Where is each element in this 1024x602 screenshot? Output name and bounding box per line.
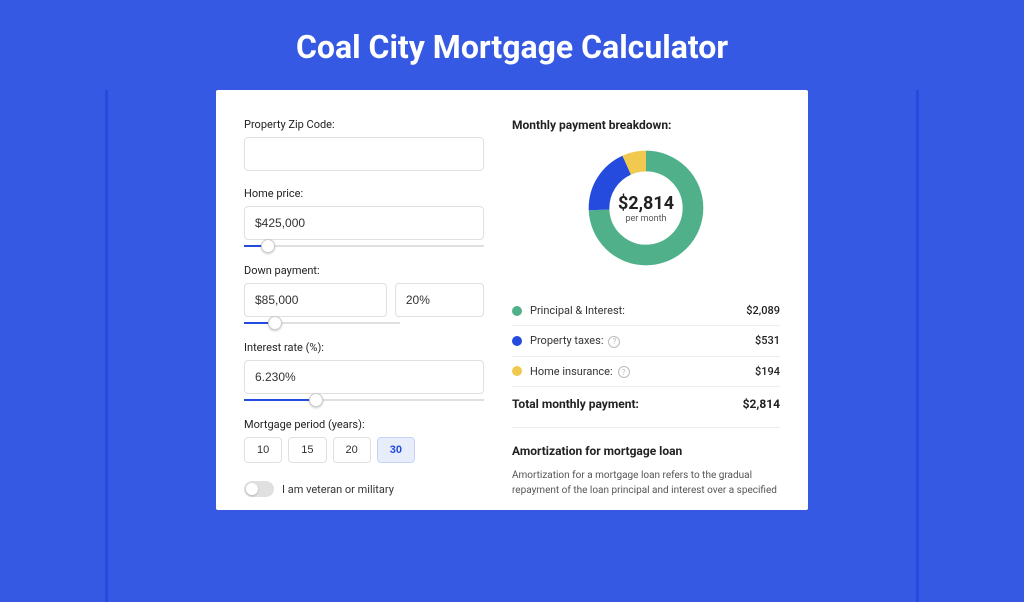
legend-label: Home insurance:? [530,365,755,379]
legend-dot-icon [512,366,522,376]
form-column: Property Zip Code: Home price: Down paym… [244,118,484,510]
amortization-text: Amortization for a mortgage loan refers … [512,468,780,498]
period-button-10[interactable]: 10 [244,437,282,463]
legend-item: Property taxes:?$531 [512,326,780,357]
results-column: Monthly payment breakdown: $2,814 per mo… [512,118,780,510]
info-icon[interactable]: ? [618,366,630,378]
legend-dot-icon [512,306,522,316]
legend-label: Property taxes:? [530,334,755,348]
legend-value: $531 [755,334,780,347]
toggle-knob-icon [246,483,258,495]
page-title: Coal City Mortgage Calculator [0,0,1024,90]
info-icon[interactable]: ? [608,336,620,348]
amortization-section: Amortization for mortgage loan Amortizat… [512,427,780,498]
rate-input[interactable] [244,360,484,394]
veteran-label: I am veteran or military [282,483,394,496]
veteran-toggle[interactable] [244,481,274,497]
down-label: Down payment: [244,264,484,277]
legend-item: Home insurance:?$194 [512,357,780,388]
legend-dot-icon [512,336,522,346]
period-button-group: 1015 2030 [244,437,484,463]
legend-value: $194 [755,365,780,378]
donut-center-amount: $2,814 [618,193,674,214]
legend-value: $2,089 [746,304,780,317]
period-button-30[interactable]: 30 [377,437,415,463]
slider-thumb-icon[interactable] [261,239,275,253]
calculator-card: Property Zip Code: Home price: Down paym… [216,90,808,510]
total-label: Total monthly payment: [512,397,743,411]
breakdown-title: Monthly payment breakdown: [512,118,780,132]
period-label: Mortgage period (years): [244,418,484,431]
down-percent-input[interactable] [395,283,484,317]
slider-thumb-icon[interactable] [309,393,323,407]
price-label: Home price: [244,187,484,200]
price-slider[interactable] [244,240,484,254]
rate-label: Interest rate (%): [244,341,484,354]
legend-item: Principal & Interest:$2,089 [512,296,780,326]
down-slider[interactable] [244,317,400,331]
breakdown-legend: Principal & Interest:$2,089Property taxe… [512,296,780,387]
donut-center-sub: per month [625,214,666,224]
zip-label: Property Zip Code: [244,118,484,131]
slider-thumb-icon[interactable] [268,316,282,330]
rate-slider[interactable] [244,394,484,408]
price-input[interactable] [244,206,484,240]
total-value: $2,814 [743,397,780,411]
amortization-title: Amortization for mortgage loan [512,444,780,458]
down-amount-input[interactable] [244,283,387,317]
period-button-20[interactable]: 20 [333,437,371,463]
zip-input[interactable] [244,137,484,171]
payment-donut-chart: $2,814 per month [584,146,708,270]
period-button-15[interactable]: 15 [288,437,326,463]
legend-label: Principal & Interest: [530,304,746,317]
total-row: Total monthly payment: $2,814 [512,387,780,421]
